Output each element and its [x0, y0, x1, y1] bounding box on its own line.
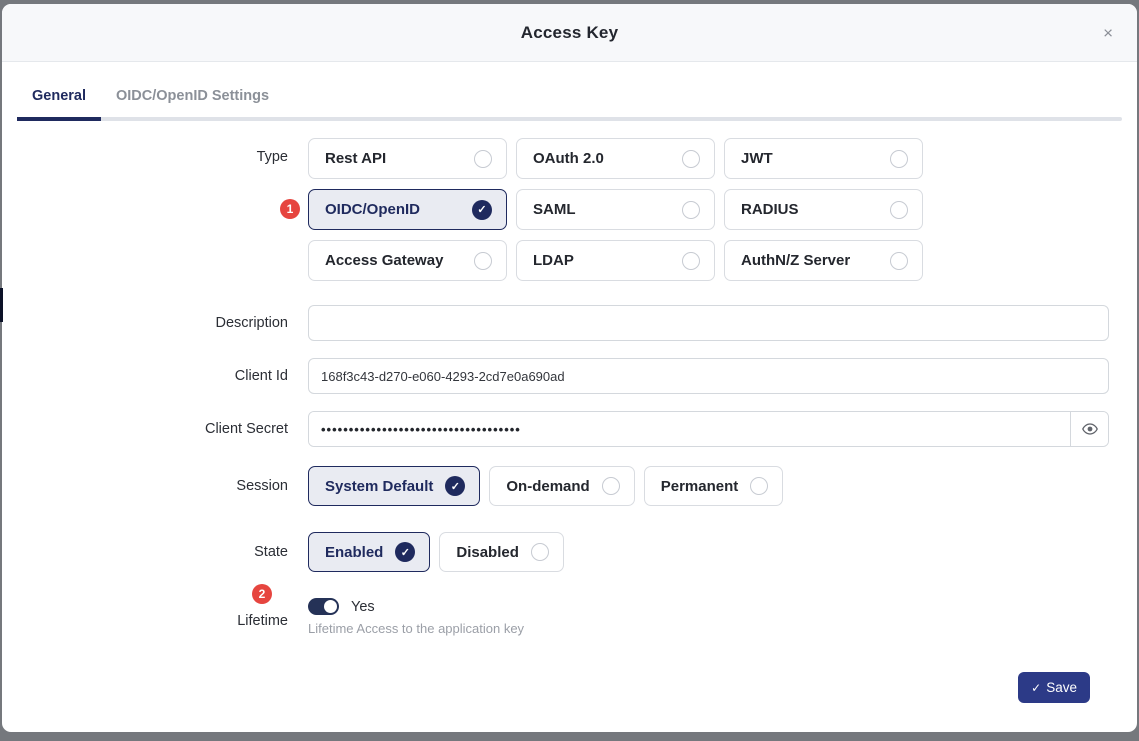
- left-edge-dark-strip: [0, 288, 3, 322]
- description-row: Description: [17, 305, 1122, 341]
- client-secret-group: [308, 411, 1109, 447]
- lifetime-toggle-text: Yes: [351, 599, 375, 615]
- toggle-knob-icon: [324, 600, 337, 613]
- tab-oidc-settings[interactable]: OIDC/OpenID Settings: [101, 80, 284, 121]
- session-option-system-default[interactable]: System Default ✓: [308, 466, 480, 506]
- radio-unchecked-icon: [750, 477, 768, 495]
- description-input[interactable]: [308, 305, 1109, 341]
- type-option-radius[interactable]: RADIUS: [724, 189, 923, 230]
- radio-unchecked-icon: [682, 150, 700, 168]
- client-id-input[interactable]: [308, 358, 1109, 394]
- client-secret-label: Client Secret: [17, 421, 288, 437]
- type-option-access-gateway[interactable]: Access Gateway: [308, 240, 507, 281]
- radio-unchecked-icon: [682, 252, 700, 270]
- type-option-jwt[interactable]: JWT: [724, 138, 923, 179]
- modal-body: General OIDC/OpenID Settings Type 1 Rest…: [2, 62, 1137, 732]
- lifetime-label: Lifetime: [237, 607, 288, 629]
- modal-title: Access Key: [521, 23, 618, 43]
- radio-unchecked-icon: [890, 252, 908, 270]
- radio-unchecked-icon: [531, 543, 549, 561]
- modal-header: Access Key ×: [2, 4, 1137, 62]
- client-id-row: Client Id: [17, 358, 1122, 394]
- state-option-enabled[interactable]: Enabled ✓: [308, 532, 430, 572]
- tabs: General OIDC/OpenID Settings: [17, 80, 1122, 121]
- radio-checked-icon: ✓: [472, 200, 492, 220]
- save-button[interactable]: ✓ Save: [1018, 672, 1090, 703]
- radio-unchecked-icon: [890, 150, 908, 168]
- session-label: Session: [17, 478, 288, 494]
- type-row: Type 1 Rest API OAuth 2.0 JWT: [17, 138, 1122, 281]
- eye-icon: [1082, 423, 1098, 435]
- state-label: State: [17, 544, 288, 560]
- type-option-authnz-server[interactable]: AuthN/Z Server: [724, 240, 923, 281]
- check-icon: ✓: [1031, 681, 1041, 695]
- lifetime-toggle[interactable]: [308, 598, 339, 615]
- type-option-oidc-openid[interactable]: OIDC/OpenID ✓: [308, 189, 507, 230]
- type-option-saml[interactable]: SAML: [516, 189, 715, 230]
- client-secret-input[interactable]: [309, 412, 1070, 446]
- access-key-modal: Access Key × General OIDC/OpenID Setting…: [2, 4, 1137, 732]
- radio-unchecked-icon: [474, 150, 492, 168]
- tab-general[interactable]: General: [17, 80, 101, 121]
- session-option-permanent[interactable]: Permanent: [644, 466, 784, 506]
- annotation-badge-2: 2: [252, 584, 272, 604]
- modal-footer: ✓ Save: [17, 672, 1122, 703]
- type-option-ldap[interactable]: LDAP: [516, 240, 715, 281]
- client-secret-row: Client Secret: [17, 411, 1122, 447]
- radio-unchecked-icon: [890, 201, 908, 219]
- session-option-on-demand[interactable]: On-demand: [489, 466, 634, 506]
- description-label: Description: [17, 315, 288, 331]
- close-icon[interactable]: ×: [1095, 20, 1121, 45]
- type-option-rest-api[interactable]: Rest API: [308, 138, 507, 179]
- type-label: Type: [17, 138, 288, 165]
- radio-unchecked-icon: [682, 201, 700, 219]
- lifetime-row: 2 Lifetime Yes Lifetime Access to the ap…: [17, 584, 1122, 636]
- state-option-disabled[interactable]: Disabled: [439, 532, 564, 572]
- radio-checked-icon: ✓: [445, 476, 465, 496]
- type-option-oauth2[interactable]: OAuth 2.0: [516, 138, 715, 179]
- lifetime-helper-text: Lifetime Access to the application key: [308, 621, 524, 636]
- state-row: State Enabled ✓ Disabled: [17, 532, 1122, 572]
- radio-unchecked-icon: [474, 252, 492, 270]
- session-row: Session System Default ✓ On-demand Perma…: [17, 466, 1122, 506]
- radio-checked-icon: ✓: [395, 542, 415, 562]
- type-option-grid: 1 Rest API OAuth 2.0 JWT OIDC/Open: [308, 138, 923, 281]
- radio-unchecked-icon: [602, 477, 620, 495]
- client-id-label: Client Id: [17, 368, 288, 384]
- annotation-badge-1: 1: [280, 199, 300, 219]
- save-button-label: Save: [1046, 680, 1077, 695]
- reveal-secret-button[interactable]: [1070, 412, 1108, 446]
